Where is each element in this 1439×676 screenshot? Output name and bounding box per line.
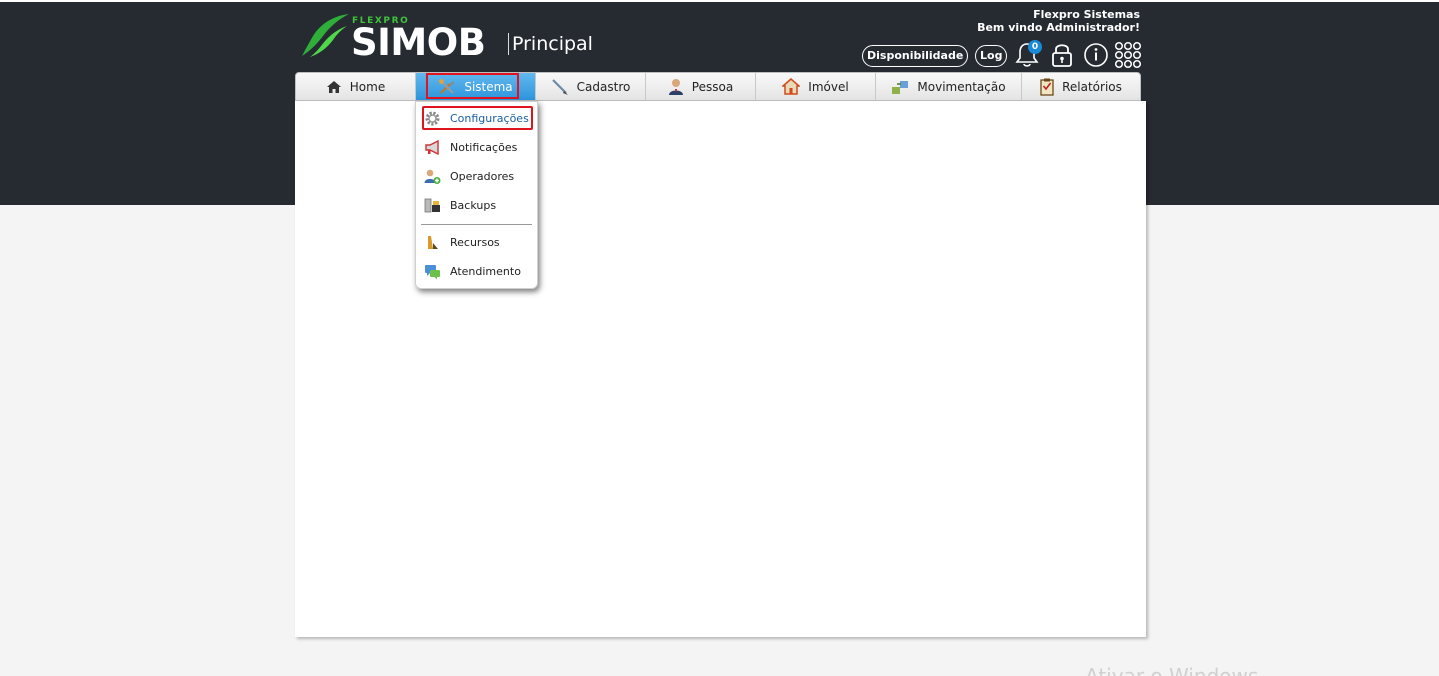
nav-home-label: Home [349, 79, 386, 94]
welcome-text: Bem vindo Administrador! [977, 21, 1140, 34]
menu-item-label: Backups [450, 199, 497, 212]
nav-pessoa[interactable]: Pessoa [646, 73, 756, 100]
windows-activation-watermark: Ativar o Windows [1085, 664, 1259, 676]
nav-movimentacao[interactable]: Movimentação [876, 73, 1022, 100]
menu-item-notificacoes[interactable]: Notificações [416, 134, 537, 160]
main-nav: Home Sistema Cadastro Pessoa Imóvel Movi… [295, 72, 1141, 101]
menu-item-operadores[interactable]: Operadores [416, 163, 537, 189]
menu-item-atendimento[interactable]: Atendimento [416, 258, 537, 284]
house-icon [782, 78, 801, 95]
nav-relatorios[interactable]: Relatórios [1022, 73, 1140, 100]
nav-relatorios-label: Relatórios [1062, 79, 1122, 94]
logo-brand-main: SIMOB [351, 21, 486, 64]
home-icon [326, 80, 341, 93]
apps-grid-icon[interactable] [1114, 41, 1142, 69]
menu-item-label: Recursos [450, 236, 500, 249]
nav-imovel[interactable]: Imóvel [756, 73, 876, 100]
megaphone-icon [425, 139, 439, 156]
menu-item-backups[interactable]: Backups [416, 192, 537, 218]
nav-pessoa-label: Pessoa [691, 79, 734, 94]
nav-home[interactable]: Home [296, 73, 416, 100]
menu-item-label: Atendimento [450, 265, 521, 278]
app-logo[interactable]: FLEXPRO SIMOB Principal [301, 12, 601, 64]
user-info: Flexpro Sistemas Bem vindo Administrador… [977, 8, 1140, 34]
menu-item-recursos[interactable]: Recursos [416, 229, 537, 255]
menu-divider [421, 224, 532, 225]
chat-icon [425, 265, 440, 280]
nav-imovel-label: Imóvel [808, 79, 849, 94]
menu-item-label: Operadores [450, 170, 515, 183]
nav-cadastro[interactable]: Cadastro [536, 73, 646, 100]
configuracoes-highlight-box [422, 106, 533, 130]
availability-button[interactable]: Disponibilidade [862, 45, 969, 67]
pen-icon [551, 78, 568, 95]
nav-cadastro-label: Cadastro [576, 79, 631, 94]
log-button[interactable]: Log [975, 45, 1008, 67]
info-icon[interactable] [1083, 41, 1109, 69]
nav-movimentacao-label: Movimentação [917, 79, 1006, 94]
menu-item-label: Notificações [450, 141, 518, 154]
transfer-icon [892, 80, 909, 94]
company-name: Flexpro Sistemas [1033, 8, 1140, 21]
user-add-icon [424, 169, 441, 184]
resources-icon [428, 236, 438, 249]
lock-icon[interactable] [1050, 41, 1074, 69]
backup-icon [424, 198, 440, 213]
notification-badge: 0 [1028, 40, 1042, 54]
page-title: Principal [512, 33, 593, 55]
clipboard-icon [1040, 78, 1054, 96]
swoosh-logo-icon [302, 14, 349, 57]
person-icon [668, 78, 683, 95]
logo-divider [508, 33, 509, 55]
sistema-highlight-box [426, 73, 519, 99]
